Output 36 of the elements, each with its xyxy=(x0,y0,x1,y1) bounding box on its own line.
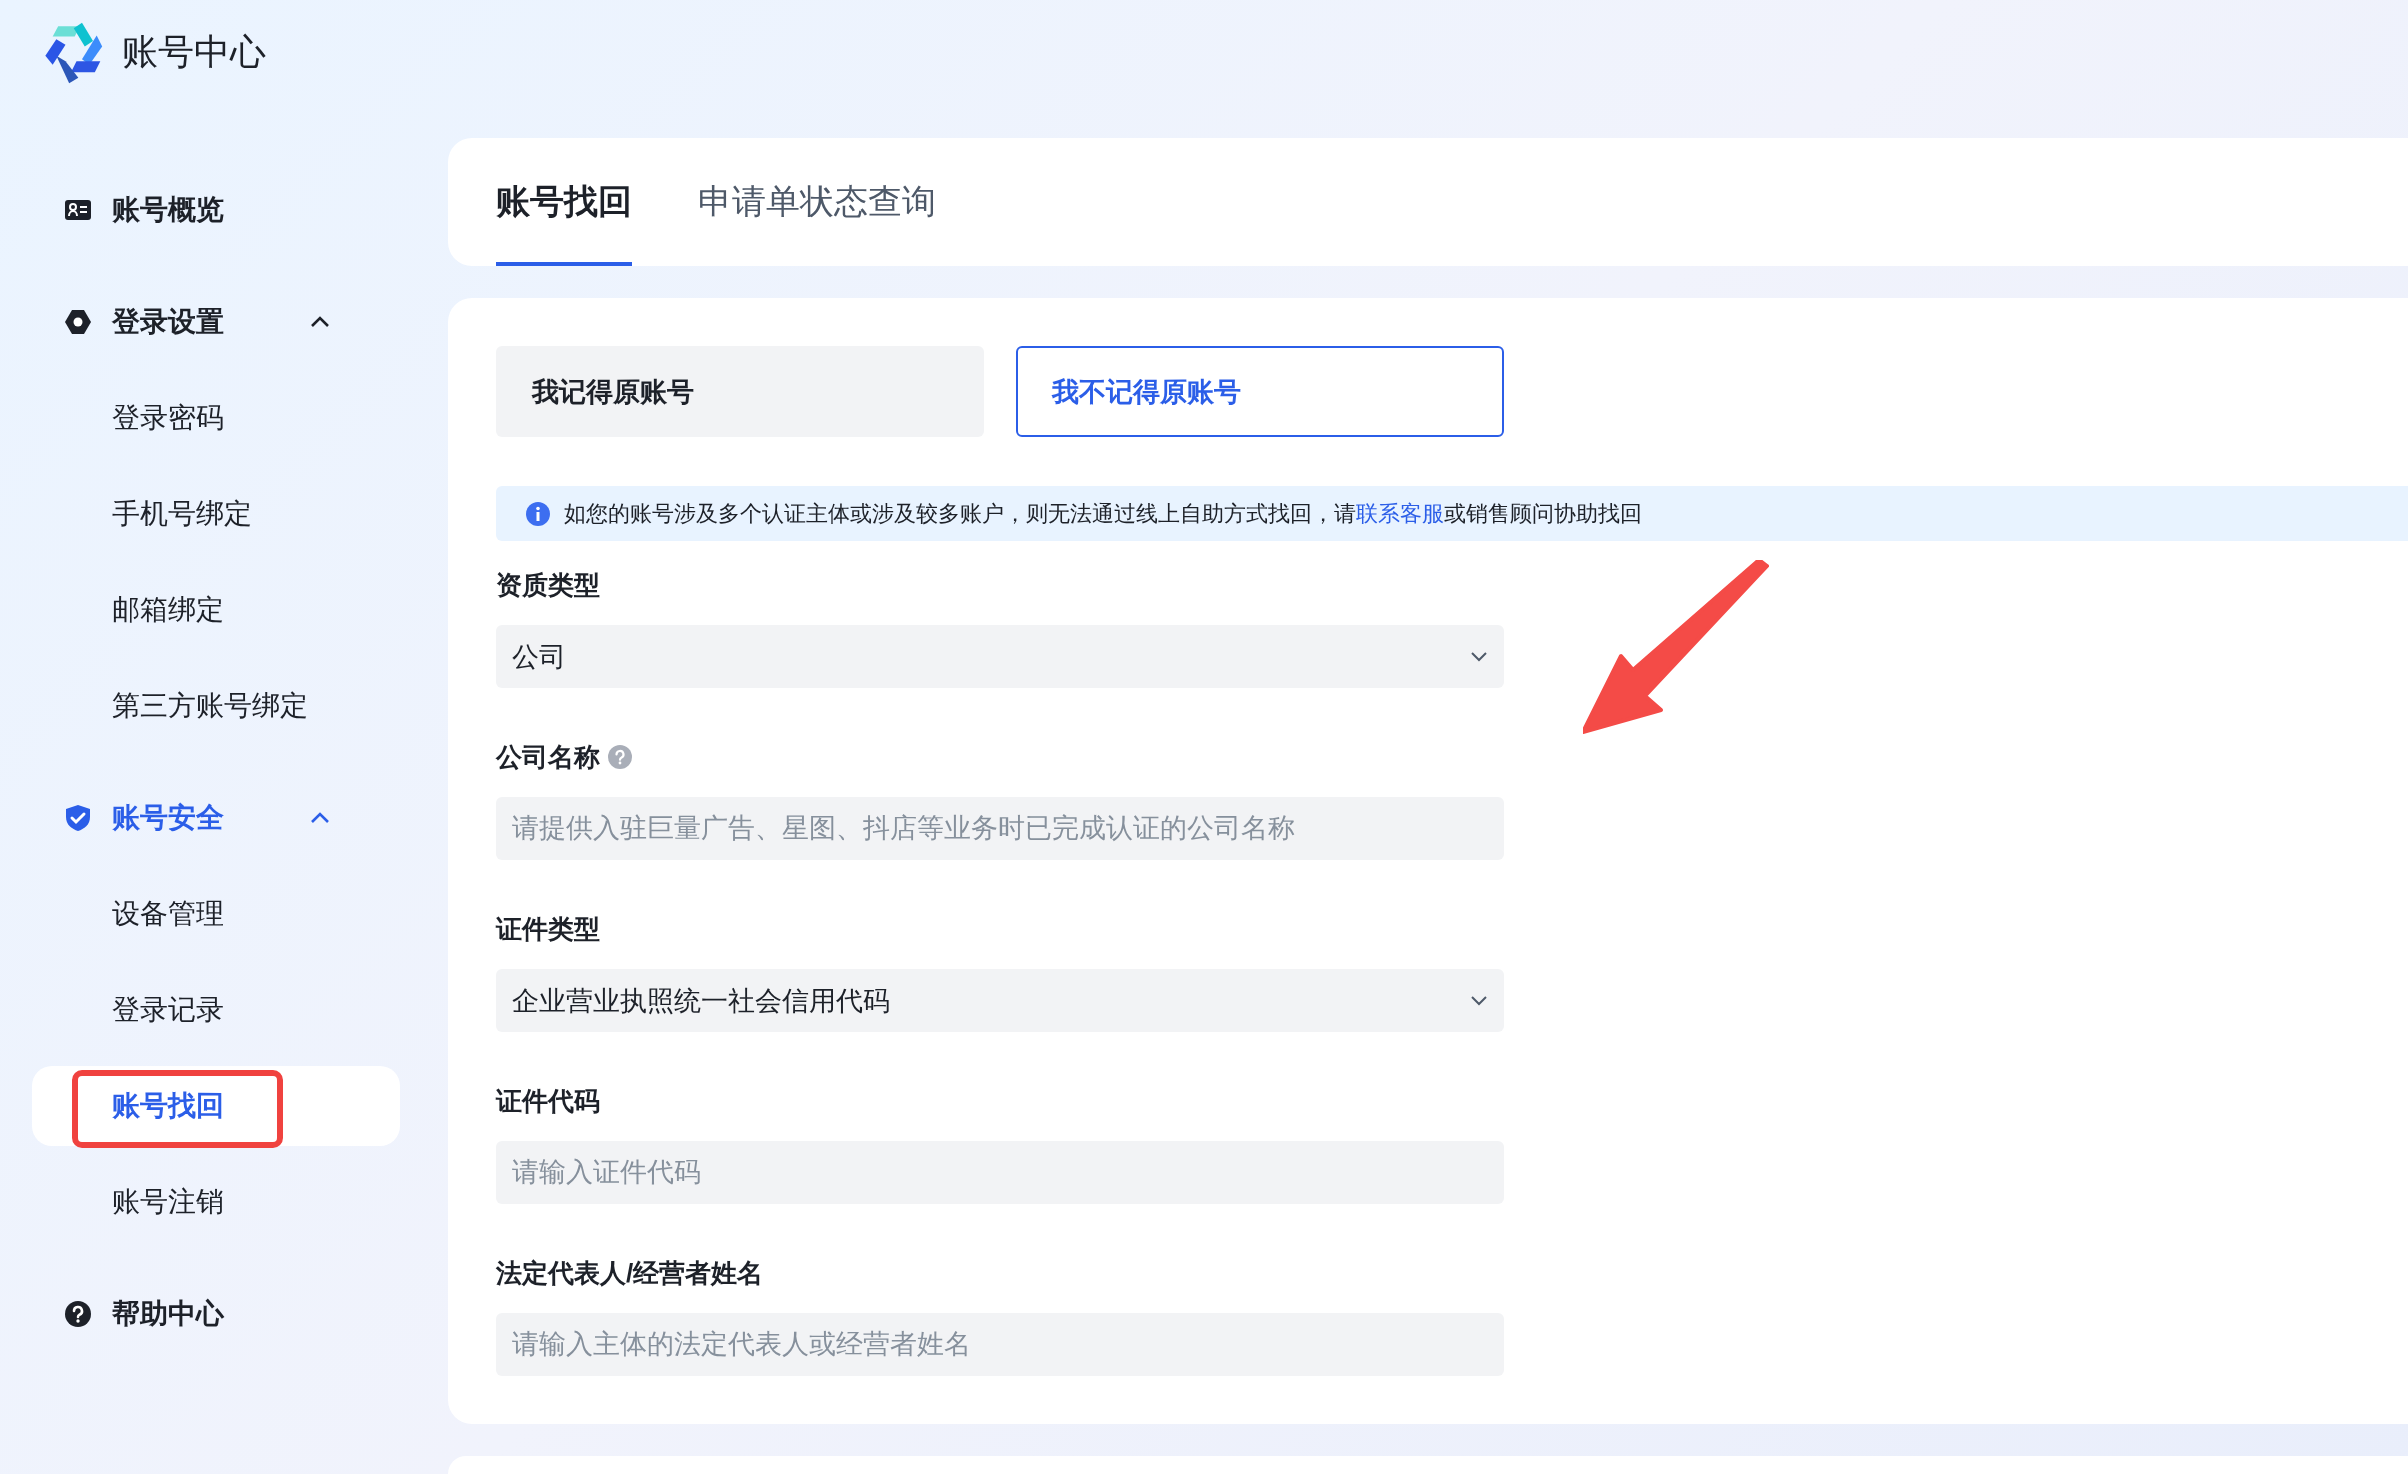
field-label: 证件代码 xyxy=(496,1084,600,1118)
input-field[interactable]: 请输入主体的法定代表人或经营者姓名 xyxy=(496,1313,1504,1376)
sidebar-subitem[interactable]: 邮箱绑定 xyxy=(32,570,400,650)
select-field[interactable]: 公司 xyxy=(496,625,1504,688)
field-label: 资质类型 xyxy=(496,568,600,602)
info-icon xyxy=(526,501,550,526)
field-label: 证件类型 xyxy=(496,912,600,946)
shield-check-icon xyxy=(64,804,92,832)
contact-link[interactable]: 联系客服 xyxy=(1356,500,1444,526)
select-field[interactable]: 企业营业执照统一社会信用代码 xyxy=(496,969,1504,1032)
sidebar-subitem[interactable]: 账号找回 xyxy=(32,1066,400,1146)
field-label: 公司名称 xyxy=(496,740,600,774)
chevron-down-icon xyxy=(1470,650,1488,663)
sidebar-item[interactable]: 账号安全 xyxy=(32,778,400,858)
chevron-down-icon xyxy=(1470,994,1488,1007)
notice-text: 如您的账号涉及多个认证主体或涉及较多账户，则无法通过线上自助方式找回，请联系客服或销售顾问协助找回 xyxy=(564,499,1642,528)
app-title: 账号中心 xyxy=(122,29,266,74)
input-field[interactable]: 请提供入驻巨量广告、星图、抖店等业务时已完成认证的公司名称 xyxy=(496,797,1504,860)
help-icon xyxy=(64,1300,92,1328)
sidebar-item[interactable]: 帮助中心 xyxy=(32,1274,400,1354)
sidebar-item[interactable]: 登录设置 xyxy=(32,282,400,362)
sidebar-subitem[interactable]: 设备管理 xyxy=(32,874,400,954)
sidebar-subitem[interactable]: 第三方账号绑定 xyxy=(32,666,400,746)
field-label: 法定代表人/经营者姓名 xyxy=(496,1256,764,1290)
sidebar-subitem[interactable]: 账号注销 xyxy=(32,1162,400,1242)
sidebar-subitem[interactable]: 登录密码 xyxy=(32,378,400,458)
id-card-icon xyxy=(64,197,92,223)
tab[interactable]: 申请单状态查询 xyxy=(698,138,936,266)
input-field[interactable]: 请输入证件代码 xyxy=(496,1141,1504,1204)
sidebar-item[interactable]: 账号概览 xyxy=(32,170,400,250)
tab[interactable]: 账号找回 xyxy=(496,138,632,266)
hexagon-icon xyxy=(64,308,92,336)
sidebar-subitem[interactable]: 手机号绑定 xyxy=(32,474,400,554)
option-button[interactable]: 我记得原账号 xyxy=(496,346,984,437)
sidebar-subitem[interactable]: 登录记录 xyxy=(32,970,400,1050)
option-button[interactable]: 我不记得原账号 xyxy=(1016,346,1504,437)
